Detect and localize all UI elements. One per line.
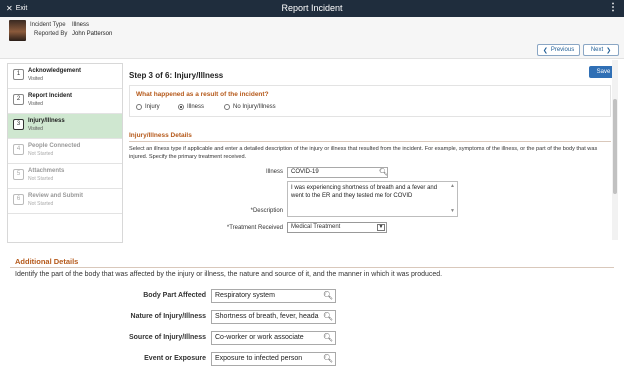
search-icon[interactable]: 🔍︎ xyxy=(379,168,388,176)
incident-type-value: Illness xyxy=(72,22,90,28)
event-exposure-label: Event or Exposure xyxy=(144,355,206,362)
description-value: I was experiencing shortness of breath a… xyxy=(291,185,438,199)
search-icon[interactable]: 🔍︎ xyxy=(321,311,333,323)
source-value: Co-worker or work associate xyxy=(215,334,304,341)
additional-details-description: Identify the part of the body that was a… xyxy=(15,271,443,278)
treatment-select[interactable]: Medical Treatment ▼ xyxy=(287,222,387,233)
section-divider xyxy=(10,267,614,268)
chevron-left-icon: ❮ xyxy=(542,47,548,54)
source-label: Source of Injury/Illness xyxy=(128,334,206,341)
step-item-report-incident[interactable]: 2 Report Incident Visited xyxy=(8,89,122,114)
step-number: 1 xyxy=(13,69,24,80)
step-item-acknowledgement[interactable]: 1 Acknowledgement Visited xyxy=(8,64,122,89)
step-status: Visited xyxy=(28,126,43,132)
incident-header: Incident Type Illness Reported By John Pat… xyxy=(0,17,624,59)
step-title: Step 3 of 6: Injury/Illness xyxy=(129,71,224,80)
step-item-attachments[interactable]: 5 Attachments Not Started xyxy=(8,164,122,189)
body-part-value: Respiratory system xyxy=(215,292,275,299)
step-label: Acknowledgement xyxy=(28,68,82,74)
step-item-people-connected[interactable]: 4 People Connected Not Started xyxy=(8,139,122,164)
body-part-field[interactable]: Respiratory system 🔍︎ xyxy=(211,289,336,303)
step-number: 5 xyxy=(13,169,24,180)
reported-by-row: Reported By John Patterson xyxy=(30,31,112,37)
step-status: Not Started xyxy=(28,176,54,182)
radio-label: Illness xyxy=(187,104,205,110)
chevron-down-icon: ▼ xyxy=(377,224,385,231)
treatment-value: Medical Treatment xyxy=(291,224,341,230)
reported-by-label: Reported By xyxy=(34,31,68,37)
illness-label: Illness xyxy=(265,169,283,175)
event-exposure-value: Exposure to infected person xyxy=(215,355,303,362)
illness-field[interactable]: COVID-19 xyxy=(287,167,388,178)
step-item-review-submit[interactable]: 6 Review and Submit Not Started xyxy=(8,189,122,214)
step-item-injury-illness[interactable]: 3 Injury/Illness Visited xyxy=(8,114,122,139)
step-number: 2 xyxy=(13,94,24,105)
reported-by-value: John Patterson xyxy=(72,31,113,37)
incident-result-group: What happened as a result of the inciden… xyxy=(129,85,611,117)
treatment-label: *Treatment Received xyxy=(226,225,283,231)
source-field[interactable]: Co-worker or work associate 🔍︎ xyxy=(211,331,336,345)
next-label: Next xyxy=(590,47,604,53)
radio-circle xyxy=(136,104,142,110)
chevron-right-icon: ❯ xyxy=(606,47,612,54)
search-icon[interactable]: 🔍︎ xyxy=(321,353,333,365)
step-status: Visited xyxy=(28,76,43,82)
step-number: 4 xyxy=(13,144,24,155)
nature-field[interactable]: Shortness of breath, fever, heada 🔍︎ xyxy=(211,310,336,324)
step-navigation: 1 Acknowledgement Visited 2 Report Incid… xyxy=(7,63,123,243)
radio-illness[interactable]: Illness xyxy=(178,104,204,110)
incident-result-question: What happened as a result of the inciden… xyxy=(136,91,269,98)
avatar xyxy=(9,20,26,41)
search-icon[interactable]: 🔍︎ xyxy=(321,332,333,344)
body-part-label: Body Part Affected xyxy=(143,292,206,299)
step-label: Injury/Illness xyxy=(28,118,65,124)
step-status: Visited xyxy=(28,101,43,107)
scroll-up-icon[interactable]: ▲ xyxy=(450,183,455,191)
kebab-icon[interactable]: ⋮ xyxy=(608,2,618,13)
nature-label: Nature of Injury/Illness xyxy=(130,313,206,320)
illness-value: COVID-19 xyxy=(291,169,319,175)
step-status: Not Started xyxy=(28,201,54,207)
step-status: Not Started xyxy=(28,151,54,157)
step-label: Report Incident xyxy=(28,93,73,99)
search-icon[interactable]: 🔍︎ xyxy=(321,290,333,302)
radio-circle xyxy=(224,104,230,110)
details-section-title: Injury/Illness Details xyxy=(129,132,192,139)
radio-no-injury-illness[interactable]: No Injury/Illness xyxy=(224,104,276,110)
incident-type-row: Incident Type Illness xyxy=(30,22,89,28)
section-divider xyxy=(129,141,611,142)
nature-value: Shortness of breath, fever, heada xyxy=(215,313,319,320)
step-label: Review and Submit xyxy=(28,193,84,199)
event-exposure-field[interactable]: Exposure to infected person 🔍︎ xyxy=(211,352,336,366)
details-description: Select an illness type if applicable and… xyxy=(129,146,598,160)
page-title: Report Incident xyxy=(281,3,343,13)
radio-circle-selected xyxy=(178,104,184,110)
radio-injury[interactable]: Injury xyxy=(136,104,160,110)
radio-label: No Injury/Illness xyxy=(233,104,276,110)
scrollbar-thumb[interactable] xyxy=(613,99,617,194)
step-label: Attachments xyxy=(28,168,65,174)
step-number: 3 xyxy=(13,119,24,130)
step-number: 6 xyxy=(13,194,24,205)
incident-type-label: Incident Type xyxy=(30,22,66,28)
previous-label: Previous xyxy=(550,47,575,53)
description-textarea[interactable]: I was experiencing shortness of breath a… xyxy=(287,181,458,217)
previous-button[interactable]: ❮ Previous xyxy=(537,44,580,56)
top-bar: ✕ Exit Report Incident ⋮ xyxy=(0,0,624,17)
main-panel: Step 3 of 6: Injury/Illness Save What ha… xyxy=(123,59,618,245)
additional-details-title: Additional Details xyxy=(15,257,79,266)
scroll-down-icon[interactable]: ▼ xyxy=(450,208,455,216)
radio-label: Injury xyxy=(145,104,160,110)
description-label: *Description xyxy=(250,208,283,214)
next-button[interactable]: Next ❯ xyxy=(583,44,619,56)
step-label: People Connected xyxy=(28,143,81,149)
